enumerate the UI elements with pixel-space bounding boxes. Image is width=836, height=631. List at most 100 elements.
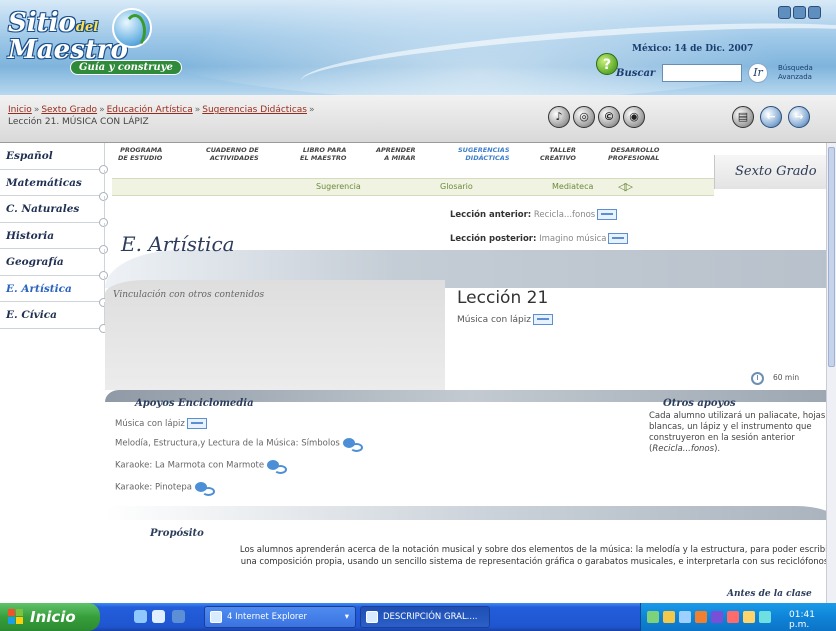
previous-lesson[interactable]: Lección anterior: Recicla...fonos [450,209,618,220]
close-icon[interactable] [808,6,821,19]
taskbar-internet-explorer[interactable]: 4 Internet Explorer ▾ [204,606,356,628]
messenger-icon[interactable] [695,611,707,623]
sidebar-item-ciencias-naturales[interactable]: C. Naturales [0,196,108,227]
subject-sidebar: Español Matemáticas C. Naturales Histori… [0,143,108,603]
windows-logo-green [16,609,23,616]
link-icon[interactable] [267,460,288,474]
restore-icon[interactable] [793,6,806,19]
tab-libro-para-el-maestro[interactable]: LIBRO PARA EL MAESTRO [300,146,346,162]
apoyo-item[interactable]: Karaoke: Pinotepa [115,482,216,496]
next-lesson[interactable]: Lección posterior: Imagino música [450,233,629,244]
otros-text-after: ). [714,444,721,454]
tab-line: DE ESTUDIO [118,154,163,162]
media-player-icon[interactable] [172,610,185,623]
task-group-arrow-icon: ▾ [344,612,349,622]
breadcrumb-separator: » [99,105,105,115]
copyright-icon[interactable]: © [598,106,620,128]
sidebar-item-educacion-civica[interactable]: E. Cívica [0,302,108,333]
current-date: México: 14 de Dic. 2007 [632,44,754,54]
vertical-scrollbar[interactable] [826,143,836,603]
breadcrumb-separator: » [33,105,40,115]
sub-nav: Sugerencia Glosario Mediateca ◁▷ [112,178,714,196]
sidebar-item-historia[interactable]: Historia [0,222,108,253]
next-lesson-value[interactable]: Imagino música [539,234,606,244]
previous-lesson-value[interactable]: Recicla...fonos [534,210,595,220]
tab-line: PROFESIONAL [608,154,660,162]
current-lesson-path: Lección 21. MÚSICA CON LÁPIZ [8,117,149,127]
sidebar-item-geografia[interactable]: Geografía [0,249,108,280]
tab-programa-de-estudio[interactable]: PROGRAMA DE ESTUDIO [118,146,162,162]
advanced-search-link[interactable]: Búsqueda Avanzada [778,64,836,82]
book-icon[interactable] [597,209,618,220]
windows-logo-red [8,609,15,616]
logo-subtitle: Guía y construye [70,60,182,75]
link-icon[interactable] [195,482,216,496]
tab-line: APRENDER [376,146,416,154]
lesson-title: Lección 21 [457,288,549,308]
apoyo-item[interactable]: Melodía, Estructura,y Lectura de la Músi… [115,438,363,452]
help-icon[interactable]: ? [596,53,618,75]
subnav-mediateca[interactable]: Mediateca [552,182,593,191]
globe-icon[interactable]: ◎ [573,106,595,128]
logo-del: del [75,20,99,35]
info-icon[interactable]: ◉ [623,106,645,128]
back-arrow-icon[interactable]: ← [760,106,782,128]
taskbar-clock[interactable]: 01:41 p.m. [789,610,836,630]
minimize-icon[interactable] [778,6,791,19]
section-nav: PROGRAMA DE ESTUDIO CUADERNO DE ACTIVIDADE… [112,146,712,178]
grade-box: Sexto Grado [714,155,826,189]
listen-icon[interactable]: ♪ [548,106,570,128]
apoyo-item[interactable]: Karaoke: La Marmota con Marmote [115,460,288,474]
language-icon[interactable] [759,611,771,623]
tab-aprender-a-mirar[interactable]: APRENDER A MIRAR [376,146,416,162]
sidebar-item-matematicas[interactable]: Matemáticas [0,169,108,200]
forward-arrow-icon[interactable]: → [788,106,810,128]
update-icon[interactable] [711,611,723,623]
apoyos-title: Apoyos Enciclomedia [135,398,254,409]
book-icon[interactable] [186,418,207,429]
tab-line: DIDÁCTICAS [465,154,510,162]
link-icon[interactable] [342,438,363,452]
breadcrumb-inicio[interactable]: Inicio [8,105,32,115]
antivirus-icon[interactable] [727,611,739,623]
apoyo-item[interactable]: Música con lápiz [115,418,207,429]
sidebar-item-espanol[interactable]: Español [0,143,108,174]
search-go-button[interactable]: Ir [748,63,768,83]
breadcrumb-separator: » [308,105,315,115]
scrollbar-thumb[interactable] [828,147,835,367]
tab-sugerencias-didacticas[interactable]: SUGERENCIAS DIDÁCTICAS [458,146,510,162]
tab-line: PROGRAMA [120,146,163,154]
proposito-title: Propósito [150,528,204,539]
search-input[interactable] [662,64,742,82]
tab-cuaderno-de-actividades[interactable]: CUADERNO DE ACTIVIDADES [206,146,259,162]
internet-explorer-icon[interactable] [152,610,165,623]
lesson-duration: 60 min [773,373,800,382]
book-icon[interactable] [532,314,553,325]
security-icon[interactable] [663,611,675,623]
windows-taskbar: Inicio 4 Internet Explorer ▾ DESCRIPCIÓN… [0,603,836,631]
start-button[interactable]: Inicio [0,603,100,631]
breadcrumb-sexto-grado[interactable]: Sexto Grado [41,105,97,115]
subnav-glosario[interactable]: Glosario [440,182,473,191]
lesson-content: E. Artística Lección anterior: Recicla..… [105,196,836,603]
book-icon[interactable] [608,233,629,244]
show-desktop-icon[interactable] [134,610,147,623]
tab-line: EL MAESTRO [300,154,347,162]
tray-misc-icon[interactable] [743,611,755,623]
site-logo[interactable]: Sitiodel Maestro [8,10,128,63]
tab-taller-creativo[interactable]: TALLER CREATIVO [540,146,576,162]
print-icon[interactable]: ▤ [732,106,754,128]
windows-logo-yellow [16,617,23,624]
sidebar-item-educacion-artistica[interactable]: E. Artística [0,275,108,306]
tab-desarrollo-profesional[interactable]: DESARROLLO PROFESIONAL [608,146,659,162]
lesson-subtitle[interactable]: Música con lápiz [457,314,553,325]
taskbar-descripcion-gral[interactable]: DESCRIPCIÓN GRAL.... [360,606,490,628]
windows-logo-blue [8,617,15,624]
lesson-subtitle-text: Música con lápiz [457,315,531,325]
breadcrumb-sugerencias[interactable]: Sugerencias Didácticas [202,105,307,115]
network-icon[interactable] [647,611,659,623]
subnav-sugerencia[interactable]: Sugerencia [316,182,361,191]
prev-next-arrows-icon[interactable]: ◁▷ [618,180,633,193]
volume-icon[interactable] [679,611,691,623]
breadcrumb-educacion-artistica[interactable]: Educación Artística [107,105,193,115]
